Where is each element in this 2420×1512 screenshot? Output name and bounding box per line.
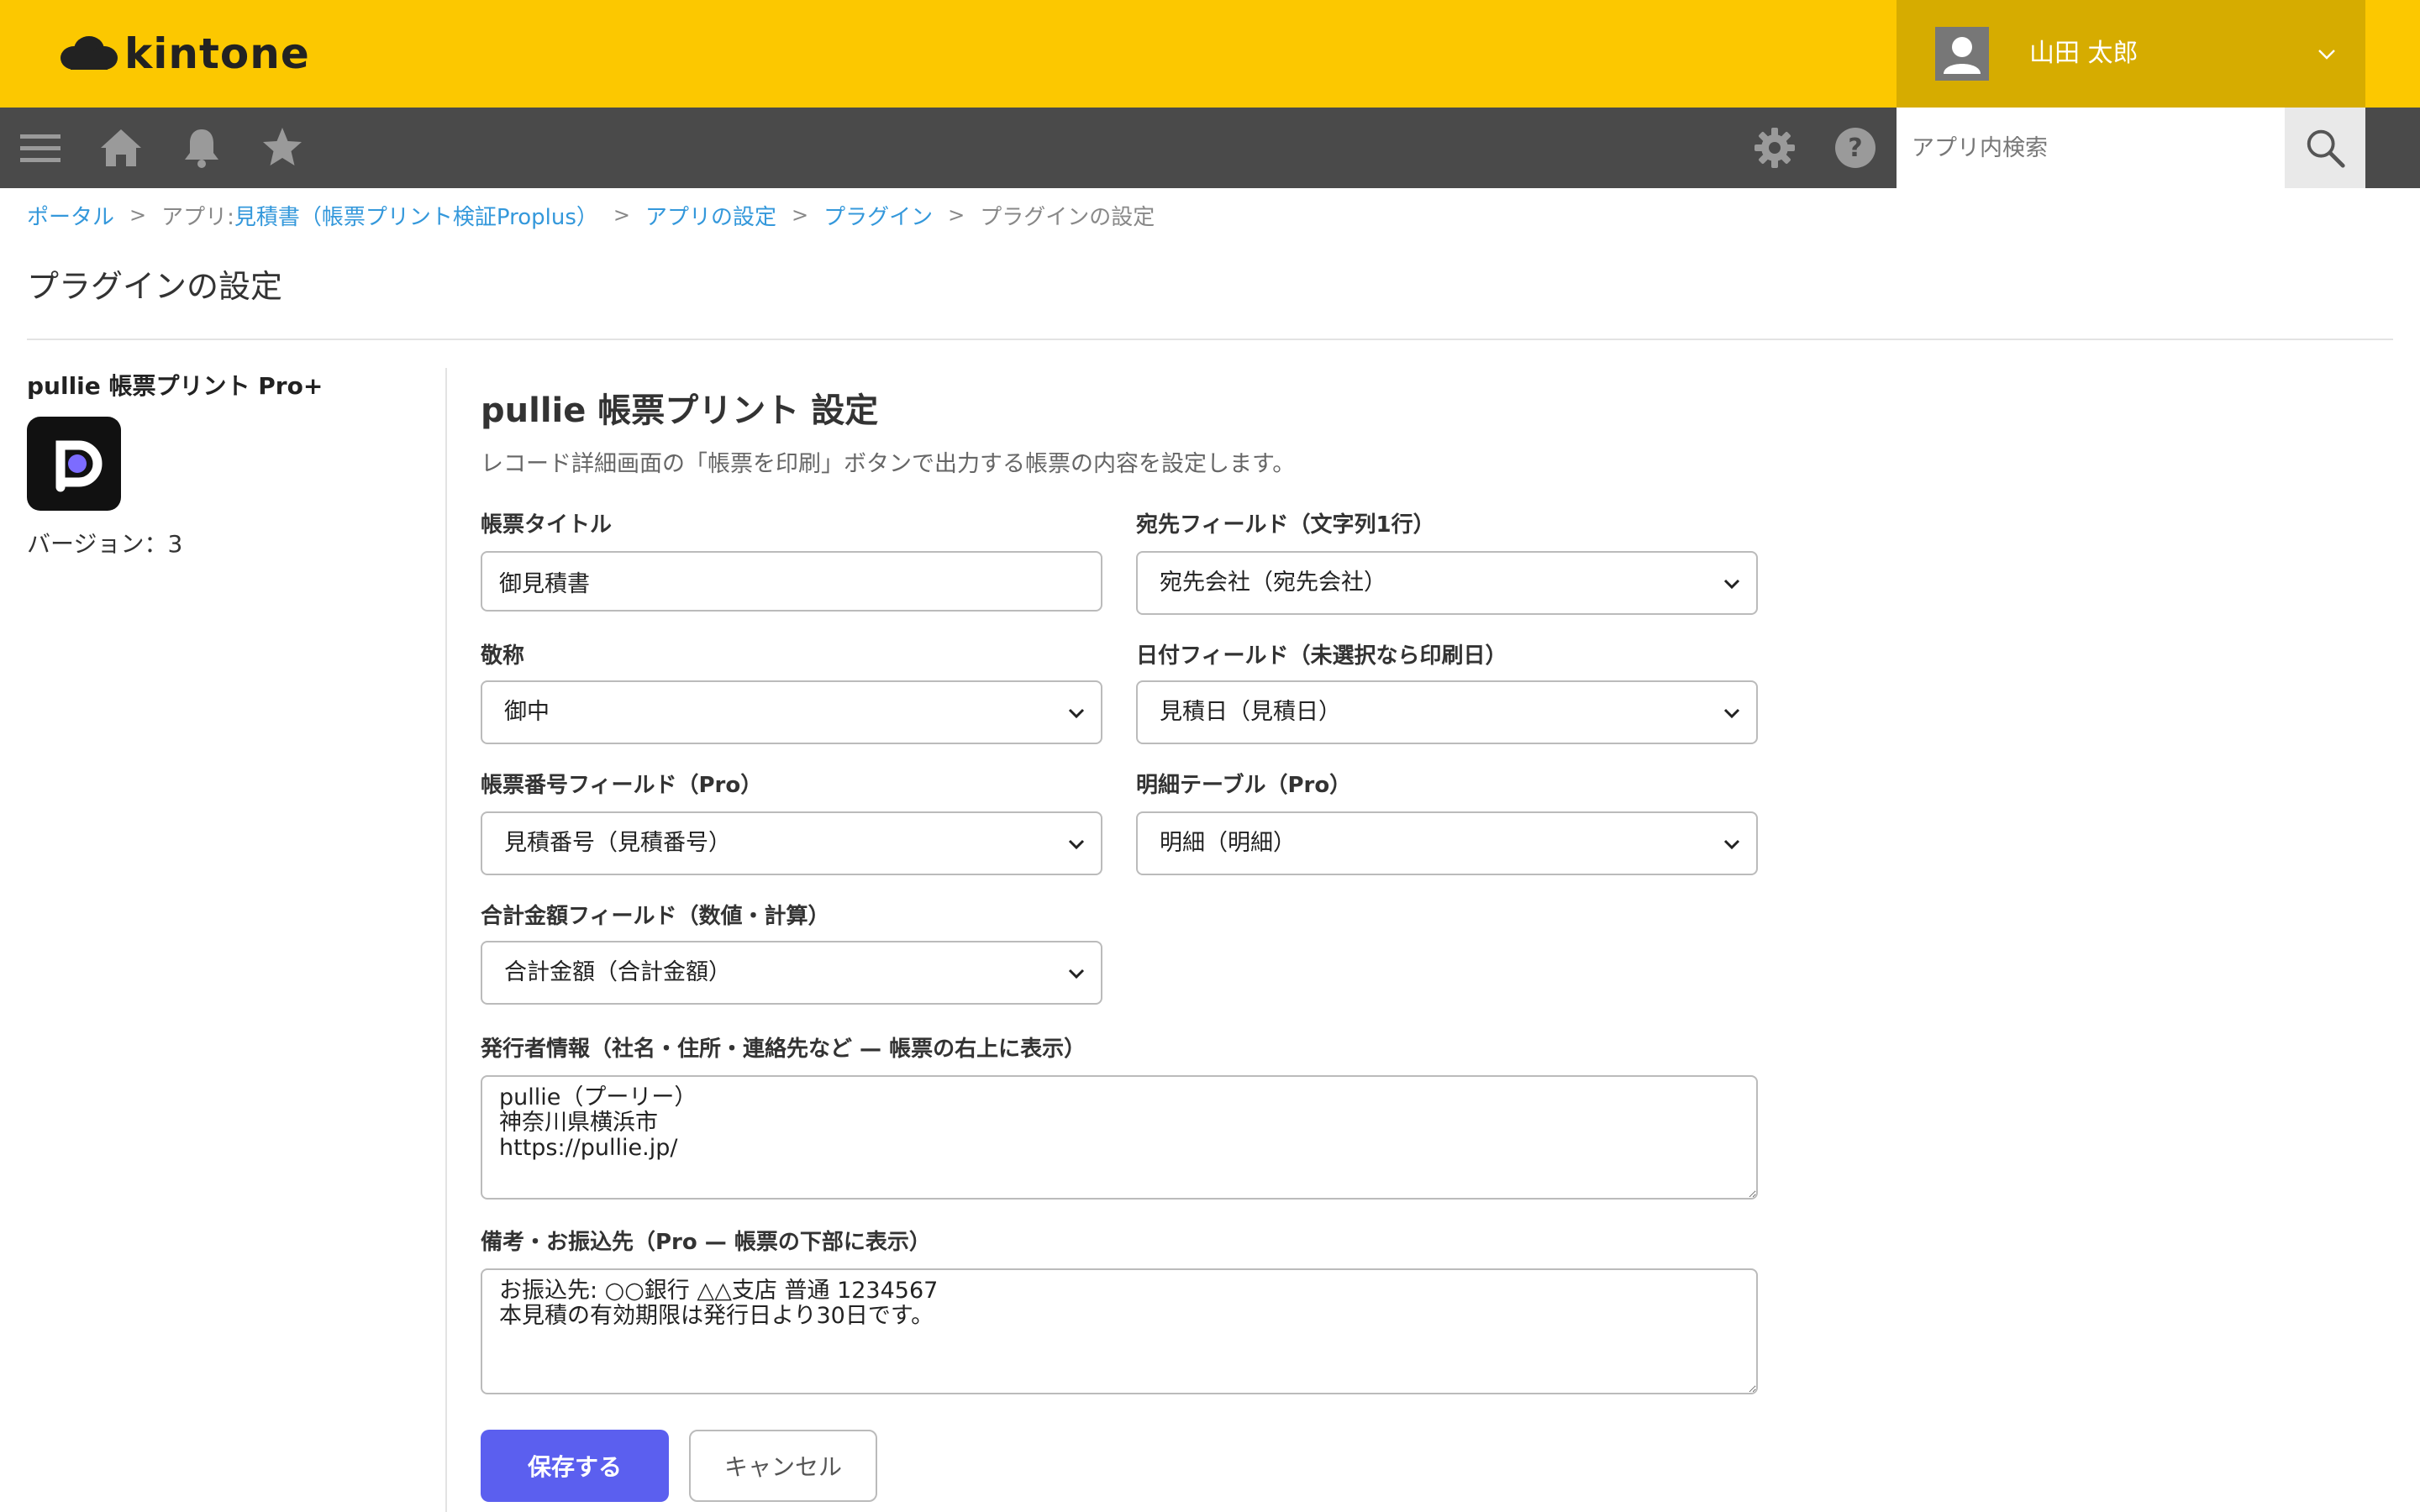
date-field-label: 日付フィールド（未選択なら印刷日） (1136, 643, 1507, 669)
doc-title-label: 帳票タイトル (481, 512, 613, 538)
chevron-down-icon (1068, 708, 1085, 719)
issuer-info-textarea[interactable]: pullie（プーリー） 神奈川県横浜市 https://pullie.jp/ (481, 1075, 1758, 1200)
breadcrumb-separator: > (948, 203, 965, 227)
total-field-label: 合計金額フィールド（数値・計算） (481, 904, 830, 929)
menu-icon[interactable] (17, 124, 64, 171)
breadcrumb-plugins[interactable]: プラグイン (823, 200, 933, 231)
breadcrumb-portal[interactable]: ポータル (27, 200, 114, 231)
detail-table-label: 明細テーブル（Pro） (1136, 773, 1352, 798)
bell-icon[interactable] (178, 124, 225, 171)
date-field-value: 見積日（見積日） (1160, 699, 1341, 725)
breadcrumb-app-settings[interactable]: アプリの設定 (645, 200, 776, 231)
recipient-field-label: 宛先フィールド（文字列1行） (1136, 512, 1435, 538)
column-divider (445, 368, 447, 1512)
search-icon (2307, 129, 2345, 168)
breadcrumb-separator: > (792, 203, 809, 227)
date-field-select[interactable]: 見積日（見積日） (1136, 680, 1758, 744)
breadcrumb: ポータル > アプリ: 見積書（帳票プリント検証Proplus） > アプリの設… (27, 195, 1155, 235)
cancel-button[interactable]: キャンセル (689, 1430, 877, 1502)
chevron-down-icon (1723, 579, 1740, 590)
settings-description: レコード詳細画面の「帳票を印刷」ボタンで出力する帳票の内容を設定します。 (481, 451, 1296, 477)
settings-title: pullie 帳票プリント 設定 (481, 391, 879, 430)
chevron-down-icon (1068, 839, 1085, 850)
honorific-select[interactable]: 御中 (481, 680, 1102, 744)
number-field-select[interactable]: 見積番号（見積番号） (481, 811, 1102, 875)
total-field-select[interactable]: 合計金額（合計金額） (481, 941, 1102, 1005)
breadcrumb-app-prefix: アプリ: (161, 204, 234, 230)
doc-title-input[interactable] (481, 551, 1102, 612)
breadcrumb-separator: > (613, 203, 630, 227)
number-field-label: 帳票番号フィールド（Pro） (481, 773, 763, 798)
honorific-label: 敬称 (481, 643, 525, 669)
detail-table-value: 明細（明細） (1160, 830, 1296, 856)
chevron-down-icon (1068, 969, 1085, 979)
chevron-down-icon (1723, 708, 1740, 719)
star-icon[interactable] (259, 124, 306, 171)
page-title: プラグインの設定 (27, 268, 283, 305)
plugin-version: バージョン：3 (27, 530, 183, 558)
recipient-field-select[interactable]: 宛先会社（宛先会社） (1136, 551, 1758, 615)
logo-text: kintone (124, 29, 310, 78)
svg-text:?: ? (1848, 134, 1862, 163)
help-icon[interactable]: ? (1832, 124, 1879, 171)
search-button[interactable] (2285, 108, 2365, 188)
avatar (1935, 27, 1989, 81)
plugin-name: pullie 帳票プリント Pro+ (27, 372, 324, 400)
remarks-label: 備考・お振込先（Pro — 帳票の下部に表示） (481, 1230, 931, 1255)
divider (27, 339, 2393, 340)
total-field-value: 合計金額（合計金額） (504, 959, 731, 985)
recipient-field-value: 宛先会社（宛先会社） (1160, 570, 1386, 596)
user-icon (1944, 37, 1981, 74)
breadcrumb-app[interactable]: 見積書（帳票プリント検証Proplus） (234, 200, 598, 231)
detail-table-select[interactable]: 明細（明細） (1136, 811, 1758, 875)
number-field-value: 見積番号（見積番号） (504, 830, 731, 856)
breadcrumb-current: プラグインの設定 (980, 204, 1155, 230)
home-icon[interactable] (97, 124, 145, 171)
user-menu[interactable]: 山田 太郎 (1897, 0, 2365, 108)
cloud-logo-icon (60, 36, 118, 70)
app-header: kintone 山田 太郎 (0, 0, 2420, 108)
search-input[interactable] (1897, 108, 2285, 188)
plugin-logo-icon (27, 417, 121, 511)
kintone-logo[interactable]: kintone (57, 29, 310, 79)
save-button[interactable]: 保存する (481, 1430, 669, 1502)
app-search (1897, 108, 2365, 188)
chevron-down-icon (1723, 839, 1740, 850)
honorific-value: 御中 (504, 699, 550, 725)
user-name: 山田 太郎 (2029, 39, 2139, 68)
gear-icon[interactable] (1751, 124, 1798, 171)
issuer-info-label: 発行者情報（社名・住所・連絡先など — 帳票の右上に表示） (481, 1037, 1086, 1062)
chevron-down-icon[interactable] (2317, 44, 2337, 64)
remarks-textarea[interactable]: お振込先: ○○銀行 △△支店 普通 1234567 本見積の有効期限は発行日よ… (481, 1268, 1758, 1394)
breadcrumb-separator: > (129, 203, 147, 227)
